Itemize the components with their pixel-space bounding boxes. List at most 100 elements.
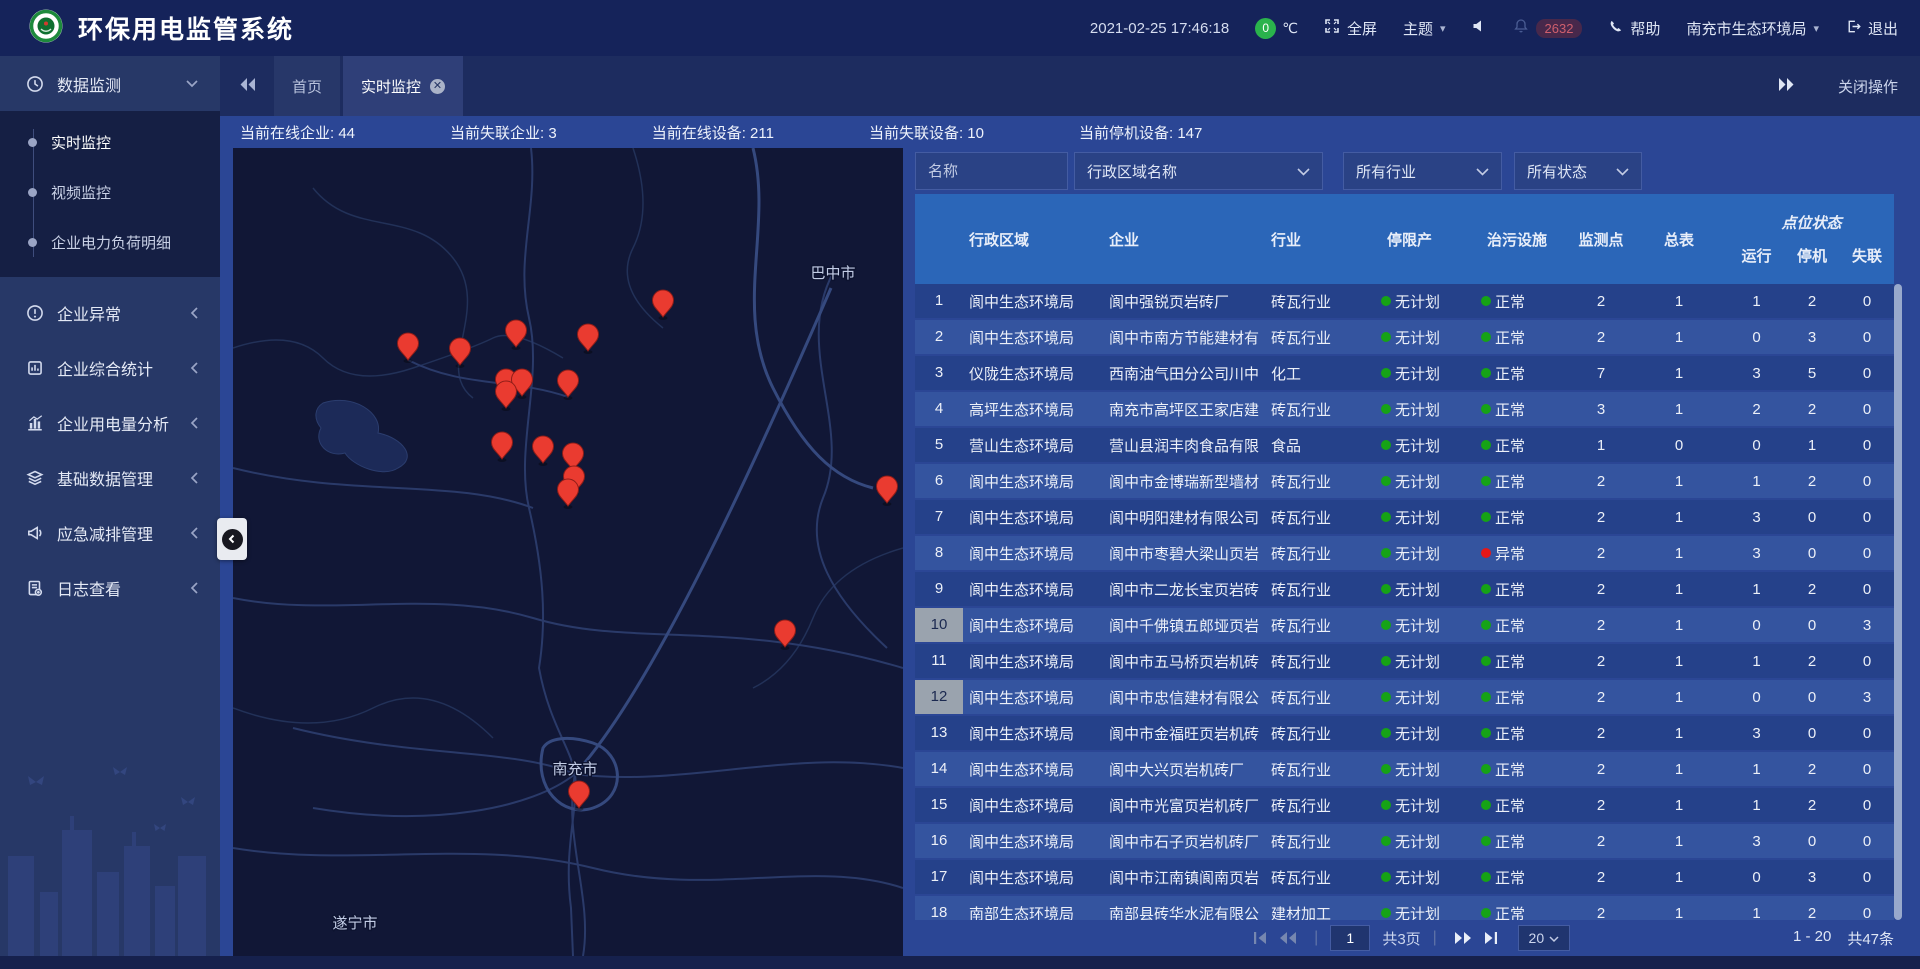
table-row[interactable]: 6阆中生态环境局阆中市金博瑞新型墙材砖瓦行业无计划正常21120 xyxy=(915,464,1894,498)
sidebar-item-base-data-management[interactable]: 基础数据管理 xyxy=(0,450,220,505)
cell-industry: 化工 xyxy=(1265,363,1381,384)
cell-meters: 1 xyxy=(1629,833,1729,850)
status-dot-icon xyxy=(1381,872,1391,882)
table-row[interactable]: 4高坪生态环境局南充市高坪区王家店建砖瓦行业无计划正常31220 xyxy=(915,392,1894,426)
region-filter-select[interactable]: 行政区域名称 xyxy=(1074,152,1323,190)
cell-stopped: 2 xyxy=(1784,797,1840,814)
tabs-scroll-left-button[interactable] xyxy=(220,56,274,116)
tab-home[interactable]: 首页 xyxy=(274,56,340,116)
sidebar-item-power-usage-analysis[interactable]: 企业用电量分析 xyxy=(0,395,220,450)
help-button[interactable]: 帮助 xyxy=(1608,18,1660,39)
map-panel[interactable]: 巴中市南充市遂宁市 xyxy=(233,148,903,956)
status-dot-icon xyxy=(1381,728,1391,738)
sidebar-item-enterprise-abnormal[interactable]: 企业异常 xyxy=(0,285,220,340)
tabs-scroll-right-button[interactable] xyxy=(1760,77,1814,95)
sidebar-subitem-realtime-monitoring[interactable]: 实时监控 xyxy=(0,117,220,167)
table-row[interactable]: 2阆中生态环境局阆中市南方节能建材有砖瓦行业无计划正常21030 xyxy=(915,320,1894,354)
sidebar-item-data-monitoring[interactable]: 数据监测 xyxy=(0,56,220,111)
total-count-label: 共47条 xyxy=(1847,928,1894,949)
cell-meters: 1 xyxy=(1629,905,1729,921)
page-size-select[interactable]: 20 xyxy=(1518,925,1570,951)
org-menu-button[interactable]: 南充市生态环境局 ▾ xyxy=(1686,18,1819,39)
cell-industry: 砖瓦行业 xyxy=(1265,867,1381,888)
cell-region: 阆中生态环境局 xyxy=(963,291,1103,312)
table-row[interactable]: 3仪陇生态环境局西南油气田分公司川中化工无计划正常71350 xyxy=(915,356,1894,390)
mute-button[interactable] xyxy=(1472,19,1487,37)
fullscreen-button[interactable]: 全屏 xyxy=(1324,18,1377,39)
status-dot-icon xyxy=(1381,296,1391,306)
industry-filter-select[interactable]: 所有行业 xyxy=(1343,152,1502,190)
table-row[interactable]: 12阆中生态环境局阆中市忠信建材有限公砖瓦行业无计划正常21003 xyxy=(915,680,1894,714)
double-chevron-left-icon xyxy=(239,77,256,95)
tab-close-icon[interactable]: ✕ xyxy=(430,79,445,94)
status-dot-icon xyxy=(1481,872,1491,882)
next-page-button[interactable] xyxy=(1449,931,1478,945)
table-row[interactable]: 13阆中生态环境局阆中市金福旺页岩机砖砖瓦行业无计划正常21300 xyxy=(915,716,1894,750)
first-page-button[interactable] xyxy=(1247,931,1273,945)
cell-facility: 正常 xyxy=(1481,435,1573,456)
table-body: 1阆中生态环境局阆中强锐页岩砖厂砖瓦行业无计划正常211202阆中生态环境局阆中… xyxy=(915,284,1894,920)
theme-button[interactable]: 主题 ▾ xyxy=(1403,18,1446,39)
table-row[interactable]: 16阆中生态环境局阆中市石子页岩机砖厂砖瓦行业无计划正常21300 xyxy=(915,824,1894,858)
notifications-button[interactable]: 2632 xyxy=(1513,18,1583,38)
chevron-down-icon xyxy=(1476,163,1489,180)
name-filter-input[interactable] xyxy=(915,152,1068,190)
table-row[interactable]: 9阆中生态环境局阆中市二龙长宝页岩砖砖瓦行业无计划正常21120 xyxy=(915,572,1894,606)
cell-company: 阆中市枣碧大梁山页岩 xyxy=(1103,543,1265,564)
cell-company: 南部县砖华水泥有限公 xyxy=(1103,903,1265,921)
chevron-left-icon xyxy=(190,362,198,374)
status-dot-icon xyxy=(1381,620,1391,630)
cell-points: 2 xyxy=(1573,473,1629,490)
table-row[interactable]: 1阆中生态环境局阆中强锐页岩砖厂砖瓦行业无计划正常21120 xyxy=(915,284,1894,318)
cell-company: 南充市高坪区王家店建 xyxy=(1103,399,1265,420)
status-dot-icon xyxy=(1381,584,1391,594)
table-row[interactable]: 7阆中生态环境局阆中明阳建材有限公司砖瓦行业无计划正常21300 xyxy=(915,500,1894,534)
status-dot-icon xyxy=(1481,764,1491,774)
status-dot-icon xyxy=(1381,512,1391,522)
status-dot-icon xyxy=(1481,512,1491,522)
cell-points: 2 xyxy=(1573,869,1629,886)
table-row[interactable]: 8阆中生态环境局阆中市枣碧大梁山页岩砖瓦行业无计划异常21300 xyxy=(915,536,1894,570)
table-row[interactable]: 10阆中生态环境局阆中千佛镇五郎垭页岩砖瓦行业无计划正常21003 xyxy=(915,608,1894,642)
cell-offline: 0 xyxy=(1840,365,1894,382)
table-row[interactable]: 18南部生态环境局南部县砖华水泥有限公建材加工无计划正常21120 xyxy=(915,896,1894,920)
status-filter-select[interactable]: 所有状态 xyxy=(1514,152,1642,190)
logout-button[interactable]: 退出 xyxy=(1845,18,1898,39)
chevron-down-icon: ▾ xyxy=(1813,22,1819,35)
table-scrollbar[interactable] xyxy=(1894,284,1902,920)
cell-stopped: 2 xyxy=(1784,293,1840,310)
sidebar-subitem-power-load-detail[interactable]: 企业电力负荷明细 xyxy=(0,217,220,267)
chevron-left-icon xyxy=(190,527,198,539)
header-limit: 停限产 xyxy=(1381,229,1481,250)
cell-index: 2 xyxy=(915,320,963,354)
cell-meters: 1 xyxy=(1629,545,1729,562)
cell-index: 3 xyxy=(915,356,963,390)
last-page-button[interactable] xyxy=(1478,931,1504,945)
cell-region: 南部生态环境局 xyxy=(963,903,1103,921)
table-row[interactable]: 17阆中生态环境局阆中市江南镇阆南页岩砖瓦行业无计划正常21030 xyxy=(915,860,1894,894)
pagination-bar: | 共3页 | 20 1 - 20 xyxy=(915,920,1902,956)
sidebar-item-emergency-reduction[interactable]: 应急减排管理 xyxy=(0,505,220,560)
table-row[interactable]: 14阆中生态环境局阆中大兴页岩机砖厂砖瓦行业无计划正常21120 xyxy=(915,752,1894,786)
cell-facility: 正常 xyxy=(1481,903,1573,921)
sidebar-item-enterprise-statistics[interactable]: 企业综合统计 xyxy=(0,340,220,395)
page-number-input[interactable] xyxy=(1330,925,1370,951)
sidebar-item-log-view[interactable]: 日志查看 xyxy=(0,560,220,615)
sidebar-subitem-video-monitoring[interactable]: 视频监控 xyxy=(0,167,220,217)
table-row[interactable]: 11阆中生态环境局阆中市五马桥页岩机砖砖瓦行业无计划正常21120 xyxy=(915,644,1894,678)
cell-limit: 无计划 xyxy=(1381,363,1481,384)
close-operations-button[interactable]: 关闭操作 xyxy=(1838,76,1898,97)
cell-index: 10 xyxy=(915,608,963,642)
table-row[interactable]: 15阆中生态环境局阆中市光富页岩机砖厂砖瓦行业无计划正常21120 xyxy=(915,788,1894,822)
sidebar-collapse-handle[interactable] xyxy=(217,518,247,560)
table-row[interactable]: 5营山生态环境局营山县润丰肉食品有限食品无计划正常10010 xyxy=(915,428,1894,462)
cell-stopped: 0 xyxy=(1784,545,1840,562)
tab-realtime-monitoring[interactable]: 实时监控✕ xyxy=(343,56,463,116)
cell-meters: 1 xyxy=(1629,725,1729,742)
cell-index: 18 xyxy=(915,896,963,920)
cell-meters: 1 xyxy=(1629,293,1729,310)
cell-index: 4 xyxy=(915,392,963,426)
status-dot-icon xyxy=(1481,440,1491,450)
cell-stopped: 5 xyxy=(1784,365,1840,382)
prev-page-button[interactable] xyxy=(1273,931,1302,945)
